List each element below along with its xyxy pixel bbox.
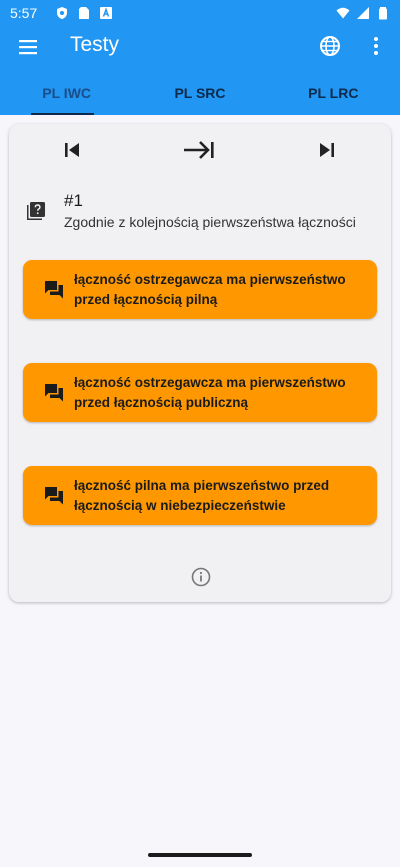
first-question-button[interactable] <box>54 135 90 165</box>
forum-icon <box>45 281 63 299</box>
toolbar: Testy <box>0 26 400 68</box>
question-card: #1 Zgodnie z kolejnością pierwszeństwa ł… <box>9 124 391 602</box>
next-question-button[interactable] <box>181 135 217 165</box>
wifi-icon <box>336 7 350 19</box>
info-icon[interactable] <box>191 567 211 587</box>
tab-pl-src[interactable]: PL SRC <box>133 70 266 115</box>
answer-text: łączność ostrzegawcza ma pierwszeństwo p… <box>74 272 346 307</box>
menu-icon[interactable] <box>16 35 40 59</box>
question-text: Zgodnie z kolejnością pierwszeństwa łącz… <box>64 214 356 230</box>
page-title: Testy <box>70 33 120 56</box>
last-question-button[interactable] <box>309 135 345 165</box>
answer-text: łączność ostrzegawcza ma pierwszeństwo p… <box>74 375 346 410</box>
battery-icon <box>379 7 387 20</box>
more-vert-icon[interactable] <box>364 34 388 58</box>
shield-status-icon <box>57 7 68 19</box>
quiz-icon <box>27 202 45 220</box>
status-time: 5:57 <box>10 5 38 21</box>
answer-option-1[interactable]: łączność ostrzegawcza ma pierwszeństwo p… <box>23 260 377 319</box>
sim-card-icon <box>79 7 90 19</box>
tab-pl-lrc[interactable]: PL LRC <box>267 70 400 115</box>
app-bar: 5:57 Testy PL IWC PL SRC PL LRC <box>0 0 400 115</box>
tab-bar: PL IWC PL SRC PL LRC <box>0 70 400 115</box>
next-arrow-icon <box>184 141 214 159</box>
answer-text: łączność pilna ma pierwszeństwo przed łą… <box>74 478 330 513</box>
signal-icon <box>357 7 369 19</box>
font-download-icon <box>100 7 113 19</box>
skip-previous-icon <box>65 143 79 157</box>
forum-icon <box>45 384 63 402</box>
globe-icon[interactable] <box>318 34 342 58</box>
answer-option-2[interactable]: łączność ostrzegawcza ma pierwszeństwo p… <box>23 363 377 422</box>
skip-next-icon <box>320 143 334 157</box>
status-bar: 5:57 <box>0 0 400 26</box>
home-indicator[interactable] <box>148 853 252 857</box>
forum-icon <box>45 487 63 505</box>
tab-pl-iwc[interactable]: PL IWC <box>0 70 133 115</box>
answer-option-3[interactable]: łączność pilna ma pierwszeństwo przed łą… <box>23 466 377 525</box>
question-number: #1 <box>64 191 83 210</box>
